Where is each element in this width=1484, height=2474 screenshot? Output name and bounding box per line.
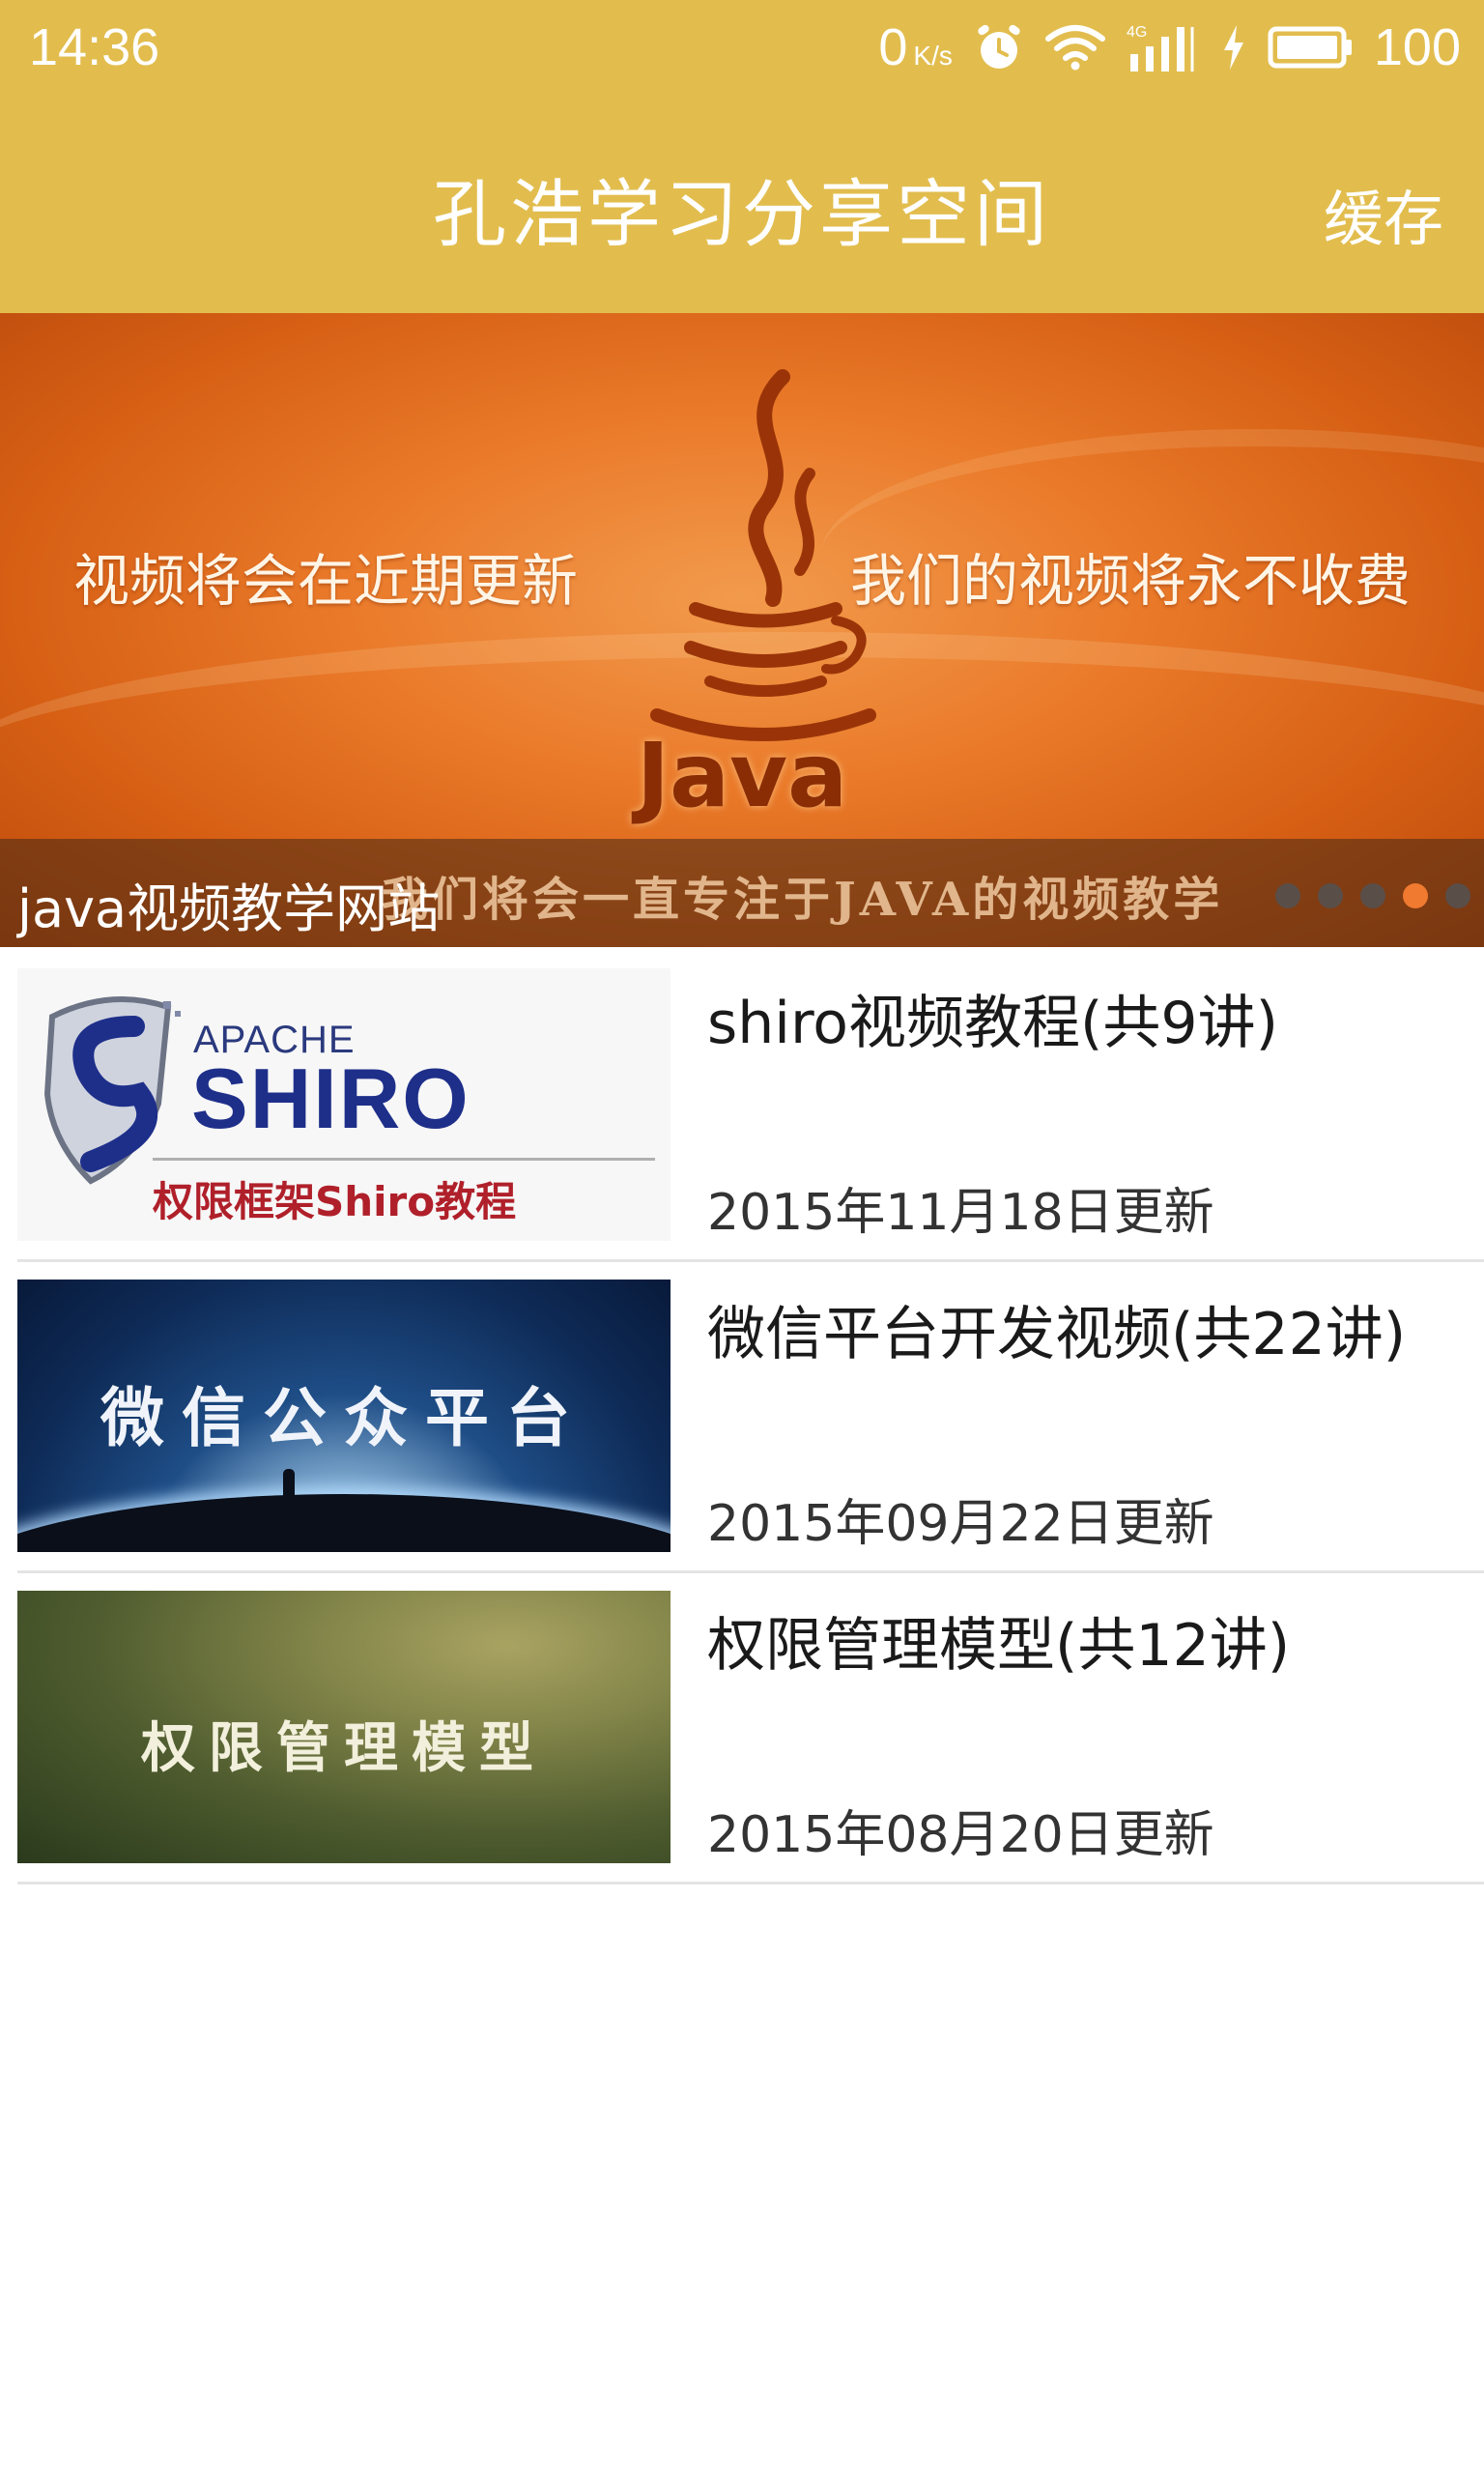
net-speed-unit: K/s xyxy=(913,41,953,71)
net-speed: 0 K/s xyxy=(878,17,953,77)
course-title: 权限管理模型(共12讲) xyxy=(707,1612,1291,1680)
cache-button[interactable]: 缓存 xyxy=(1324,170,1443,257)
thumb-subtitle: 权限框架Shiro教程 xyxy=(153,1178,517,1225)
java-logo-text: Java xyxy=(636,724,848,827)
banner-slogan: 我们将会一直专注于JAVA的视频教学 xyxy=(382,873,1224,927)
banner-caption-bar: 我们将会一直专注于JAVA的视频教学 java视频教学网站 xyxy=(0,839,1484,947)
course-title: shiro视频教程(共9讲) xyxy=(707,990,1279,1057)
banner-left-text: 视频将会在近期更新 xyxy=(73,548,579,614)
course-date: 2015年09月22日更新 xyxy=(707,1495,1214,1553)
carousel-dot[interactable] xyxy=(1445,883,1470,908)
course-item-wechat[interactable]: 微信公众平台 微信平台开发视频(共22讲) 2015年09月22日更新 xyxy=(17,1262,1484,1573)
course-title: 微信平台开发视频(共22讲) xyxy=(707,1301,1407,1368)
course-thumbnail: 微信公众平台 xyxy=(17,1280,671,1552)
carousel-indicator xyxy=(1275,883,1470,908)
course-list: APACHE SHIRO 权限框架Shiro教程 shiro视频教程(共9讲) … xyxy=(0,951,1484,1884)
thumb-person-silhouette xyxy=(283,1469,295,1504)
course-item-permission[interactable]: 权限管理模型 权限管理模型(共12讲) 2015年08月20日更新 xyxy=(17,1573,1484,1884)
banner-right-text: 我们的视频将永不收费 xyxy=(849,548,1411,614)
thumb-text: 权限管理模型 xyxy=(141,1716,547,1780)
carousel-dot[interactable] xyxy=(1360,883,1385,908)
course-thumbnail: 权限管理模型 xyxy=(17,1591,671,1863)
net-speed-value: 0 xyxy=(878,18,908,76)
app-bar: 孔浩学习分享空间 缓存 xyxy=(0,97,1484,313)
banner-caption: java视频教学网站 xyxy=(17,878,441,939)
signal-4g-icon: 4G xyxy=(1127,21,1200,73)
course-date: 2015年11月18日更新 xyxy=(707,1184,1214,1242)
wifi-icon xyxy=(1044,23,1105,72)
thumb-shiro-text: SHIRO xyxy=(191,1050,471,1146)
carousel-dot[interactable] xyxy=(1275,883,1300,908)
course-thumbnail: APACHE SHIRO 权限框架Shiro教程 xyxy=(17,968,671,1241)
course-item-shiro[interactable]: APACHE SHIRO 权限框架Shiro教程 shiro视频教程(共9讲) … xyxy=(17,951,1484,1262)
banner-carousel[interactable]: 视频将会在近期更新 我们的视频将永不收费 Java 我们将会一直专注于JAVA的… xyxy=(0,313,1484,947)
java-cup-icon xyxy=(650,369,876,741)
svg-text:4G: 4G xyxy=(1127,24,1147,41)
thumb-earth-horizon xyxy=(17,1494,671,1552)
battery-level: 100 xyxy=(1373,18,1461,76)
battery-icon xyxy=(1268,26,1353,69)
status-time: 14:36 xyxy=(29,18,160,76)
thumb-divider xyxy=(153,1158,655,1161)
carousel-dot[interactable] xyxy=(1318,883,1343,908)
thumb-text: 微信公众平台 xyxy=(100,1380,587,1455)
course-date: 2015年08月20日更新 xyxy=(707,1806,1214,1864)
alarm-icon xyxy=(974,22,1024,72)
status-icons: 0 K/s 4G 100 xyxy=(878,14,1461,81)
status-bar: 14:36 0 K/s 4G 100 xyxy=(0,0,1484,97)
charging-icon xyxy=(1221,23,1246,72)
app-title: 孔浩学习分享空间 xyxy=(433,171,1051,257)
carousel-dot-active[interactable] xyxy=(1403,883,1428,908)
